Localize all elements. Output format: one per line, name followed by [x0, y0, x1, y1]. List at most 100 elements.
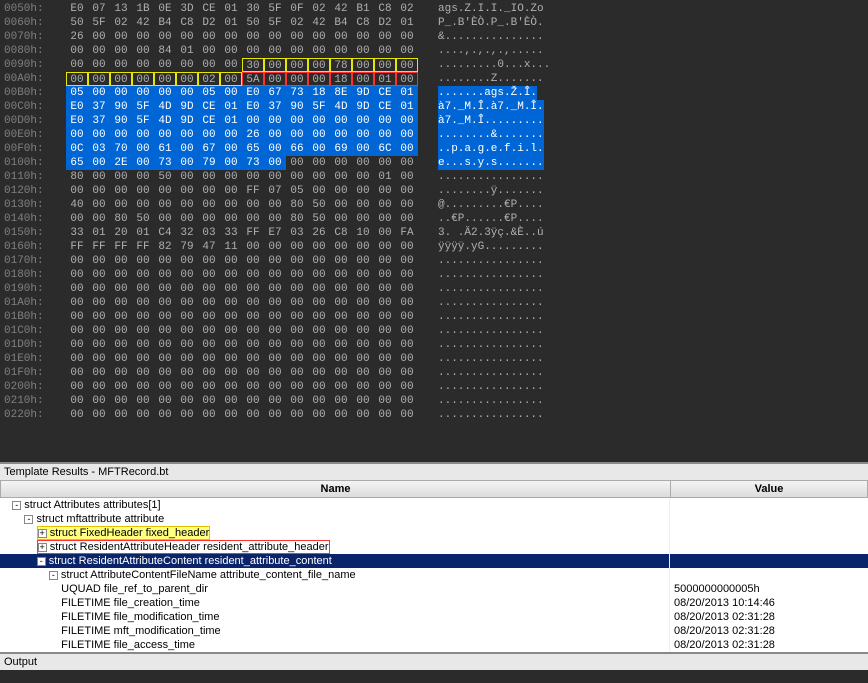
hex-byte[interactable]: 00 — [132, 44, 154, 58]
hex-byte[interactable]: 00 — [132, 254, 154, 268]
hex-byte[interactable]: 00 — [220, 254, 242, 268]
hex-byte[interactable]: 00 — [308, 282, 330, 296]
hex-byte[interactable]: 00 — [110, 268, 132, 282]
hex-byte[interactable]: 00 — [352, 128, 374, 142]
hex-byte[interactable]: 00 — [352, 58, 374, 72]
hex-byte[interactable]: 00 — [132, 324, 154, 338]
hex-byte[interactable]: 00 — [374, 128, 396, 142]
hex-byte[interactable]: 00 — [88, 394, 110, 408]
hex-byte[interactable]: CE — [198, 100, 220, 114]
hex-byte[interactable]: 00 — [286, 268, 308, 282]
hex-row[interactable]: 00A0h:00000000000002005A00000018000100..… — [4, 72, 864, 86]
hex-byte[interactable]: 00 — [308, 170, 330, 184]
hex-byte[interactable]: 00 — [154, 394, 176, 408]
hex-byte[interactable]: 00 — [242, 352, 264, 366]
hex-byte[interactable]: 02 — [396, 2, 418, 16]
hex-byte[interactable]: 00 — [176, 310, 198, 324]
column-header-value[interactable]: Value — [671, 481, 867, 497]
hex-byte[interactable]: 00 — [198, 212, 220, 226]
hex-row[interactable]: 01D0h:00000000000000000000000000000000..… — [4, 338, 864, 352]
hex-byte[interactable]: 00 — [352, 114, 374, 128]
hex-byte[interactable]: 02 — [286, 16, 308, 30]
hex-byte[interactable]: 00 — [286, 114, 308, 128]
hex-row[interactable]: 0080h:00000000840100000000000000000000..… — [4, 44, 864, 58]
hex-byte[interactable]: C8 — [352, 16, 374, 30]
hex-byte[interactable]: 00 — [242, 394, 264, 408]
hex-byte[interactable]: 00 — [132, 296, 154, 310]
hex-byte[interactable]: D2 — [198, 16, 220, 30]
hex-byte[interactable]: 00 — [374, 30, 396, 44]
hex-byte[interactable]: 00 — [374, 352, 396, 366]
tree-row[interactable]: -struct AttributeContentFileName attribu… — [0, 568, 868, 582]
hex-byte[interactable]: 00 — [374, 310, 396, 324]
hex-byte[interactable]: 00 — [396, 408, 418, 422]
hex-byte[interactable]: 00 — [286, 44, 308, 58]
hex-byte[interactable]: 66 — [286, 142, 308, 156]
hex-byte[interactable]: 84 — [154, 44, 176, 58]
hex-byte[interactable]: 00 — [242, 338, 264, 352]
hex-byte[interactable]: 65 — [242, 142, 264, 156]
hex-byte[interactable]: 00 — [220, 394, 242, 408]
tree-expander-icon[interactable]: - — [12, 501, 21, 510]
hex-byte[interactable]: 00 — [132, 310, 154, 324]
hex-byte[interactable]: 00 — [374, 394, 396, 408]
hex-byte[interactable]: 00 — [88, 338, 110, 352]
hex-byte[interactable]: 00 — [264, 408, 286, 422]
hex-byte[interactable]: 00 — [88, 380, 110, 394]
hex-byte[interactable]: 00 — [242, 114, 264, 128]
hex-byte[interactable]: 01 — [176, 44, 198, 58]
hex-byte[interactable]: 00 — [396, 156, 418, 170]
hex-byte[interactable]: 00 — [110, 58, 132, 72]
template-results-tree[interactable]: -struct Attributes attributes[1] -struct… — [0, 498, 868, 652]
hex-byte[interactable]: 50 — [66, 16, 88, 30]
hex-byte[interactable]: 00 — [286, 408, 308, 422]
hex-byte[interactable]: 00 — [308, 240, 330, 254]
hex-byte[interactable]: 00 — [110, 296, 132, 310]
hex-byte[interactable]: 00 — [264, 72, 286, 86]
hex-row[interactable]: 0130h:40000000000000000000805000000000@.… — [4, 198, 864, 212]
hex-byte[interactable]: 00 — [330, 254, 352, 268]
hex-byte[interactable]: 00 — [308, 44, 330, 58]
hex-byte[interactable]: 00 — [352, 310, 374, 324]
hex-row[interactable]: 00E0h:00000000000000002600000000000000..… — [4, 128, 864, 142]
hex-row[interactable]: 0190h:00000000000000000000000000000000..… — [4, 282, 864, 296]
hex-byte[interactable]: 00 — [132, 352, 154, 366]
hex-byte[interactable]: 00 — [154, 212, 176, 226]
hex-byte[interactable]: 00 — [264, 352, 286, 366]
hex-byte[interactable]: 00 — [330, 44, 352, 58]
hex-byte[interactable]: 00 — [374, 296, 396, 310]
hex-byte[interactable]: 00 — [374, 380, 396, 394]
hex-byte[interactable]: 5F — [132, 114, 154, 128]
hex-byte[interactable]: 00 — [220, 212, 242, 226]
hex-byte[interactable]: 00 — [374, 408, 396, 422]
hex-byte[interactable]: 00 — [242, 310, 264, 324]
hex-byte[interactable]: 00 — [198, 408, 220, 422]
hex-byte[interactable]: 00 — [176, 58, 198, 72]
hex-byte[interactable]: 00 — [396, 142, 418, 156]
hex-byte[interactable]: 00 — [110, 128, 132, 142]
hex-byte[interactable]: 61 — [154, 142, 176, 156]
hex-byte[interactable]: 00 — [242, 44, 264, 58]
hex-byte[interactable]: 00 — [110, 324, 132, 338]
hex-byte[interactable]: 00 — [110, 72, 132, 86]
hex-byte[interactable]: 00 — [242, 268, 264, 282]
hex-byte[interactable]: 00 — [176, 170, 198, 184]
hex-byte[interactable]: 00 — [154, 86, 176, 100]
hex-byte[interactable]: 0C — [66, 142, 88, 156]
tree-row[interactable]: -struct Attributes attributes[1] — [0, 498, 868, 512]
hex-byte[interactable]: 00 — [220, 408, 242, 422]
hex-byte[interactable]: 00 — [308, 268, 330, 282]
hex-byte[interactable]: 00 — [396, 240, 418, 254]
hex-byte[interactable]: 00 — [66, 352, 88, 366]
hex-byte[interactable]: 00 — [286, 240, 308, 254]
hex-byte[interactable]: 00 — [264, 44, 286, 58]
hex-byte[interactable]: 00 — [330, 198, 352, 212]
hex-byte[interactable]: 00 — [352, 338, 374, 352]
hex-byte[interactable]: 00 — [66, 254, 88, 268]
hex-byte[interactable]: 40 — [66, 198, 88, 212]
hex-byte[interactable]: 00 — [88, 268, 110, 282]
hex-byte[interactable]: 00 — [220, 296, 242, 310]
hex-byte[interactable]: 00 — [330, 156, 352, 170]
hex-byte[interactable]: 4D — [154, 100, 176, 114]
hex-byte[interactable]: 05 — [66, 86, 88, 100]
